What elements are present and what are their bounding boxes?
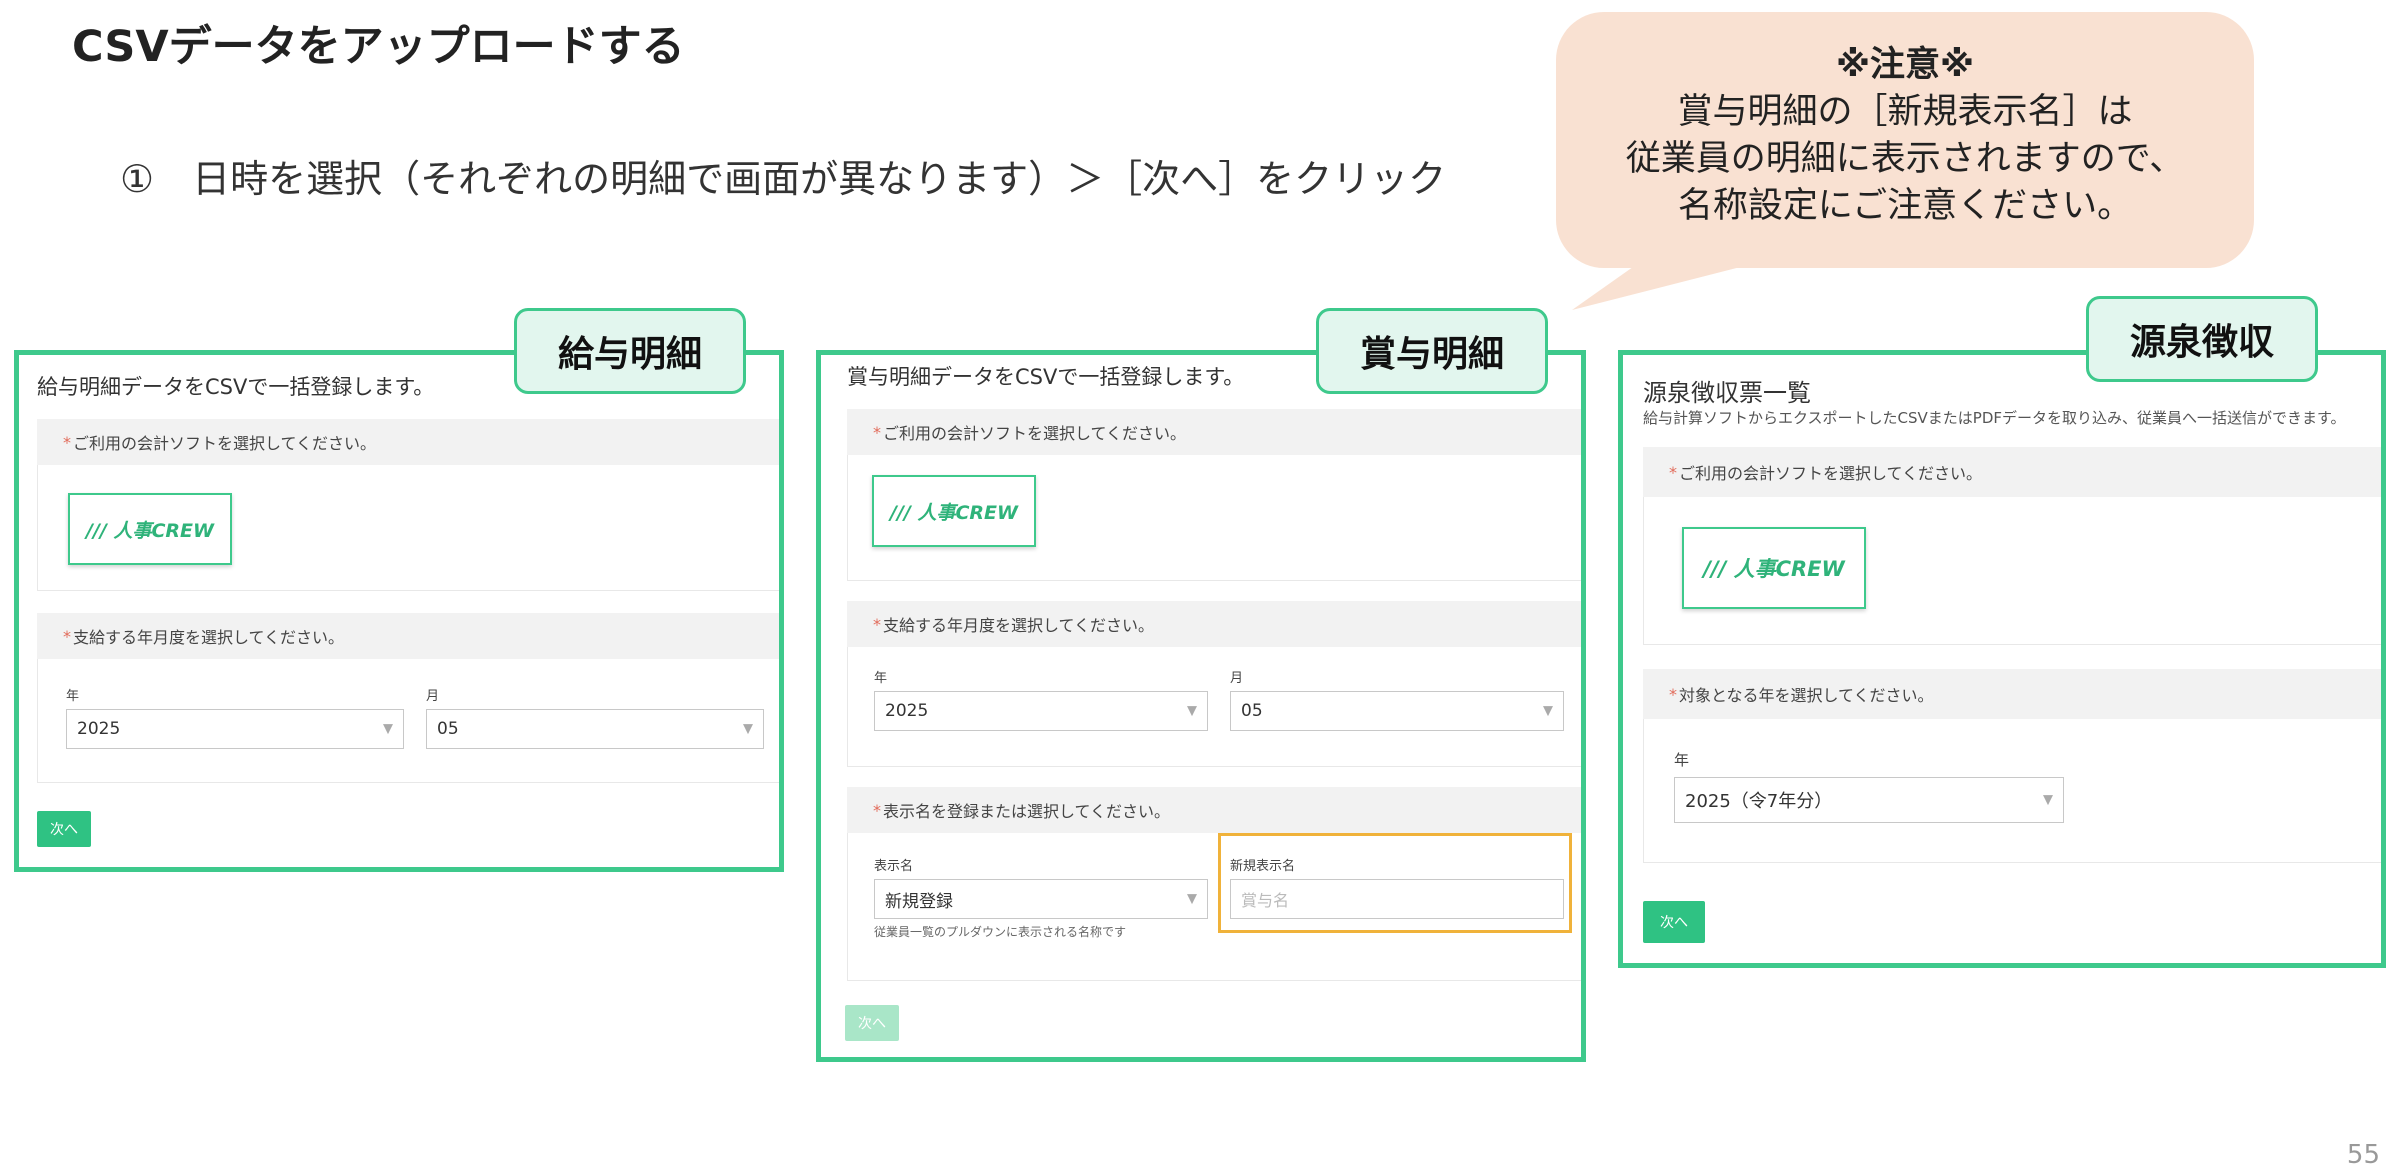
year-select-value: 2025 <box>77 719 121 739</box>
display-name-section-label: 表示名を登録または選択してください。 <box>883 802 1171 821</box>
year-select-value: 2025（令7年分） <box>1685 791 1833 812</box>
software-section-label: ご利用の会計ソフトを選択してください。 <box>73 434 377 453</box>
year-label: 年 <box>66 689 80 704</box>
period-section-header: * 支給する年月度を選択してください。 <box>847 601 1581 647</box>
year-section-label: 対象となる年を選択してください。 <box>1679 686 1934 705</box>
month-select[interactable]: 05 ▼ <box>1230 691 1564 731</box>
software-section-header: * ご利用の会計ソフトを選択してください。 <box>1643 447 2381 497</box>
year-select-value: 2025 <box>885 701 929 721</box>
period-section-header: * 支給する年月度を選択してください。 <box>37 613 779 659</box>
required-mark: * <box>63 432 71 452</box>
software-section-label: ご利用の会計ソフトを選択してください。 <box>883 424 1187 443</box>
period-section-body: 年 2025 ▼ 月 05 ▼ <box>37 659 779 783</box>
page-title: CSVデータをアップロードする <box>72 22 685 72</box>
instruction-text: ① 日時を選択（それぞれの明細で画面が異なります）＞［次へ］をクリック <box>120 157 1447 201</box>
software-section-body: /// 人事CREW <box>1643 497 2381 645</box>
period-section-label: 支給する年月度を選択してください。 <box>883 616 1155 635</box>
chevron-down-icon: ▼ <box>1543 703 1553 719</box>
month-label: 月 <box>426 689 440 704</box>
month-select-value: 05 <box>1241 701 1263 721</box>
month-select-value: 05 <box>437 719 459 739</box>
jinji-crew-logo-button[interactable]: /// 人事CREW <box>68 493 232 565</box>
month-label: 月 <box>1230 671 1244 686</box>
bonus-tag: 賞与明細 <box>1316 308 1548 394</box>
month-select[interactable]: 05 ▼ <box>426 709 764 749</box>
salary-panel-title: 給与明細データをCSVで一括登録します。 <box>37 375 435 399</box>
required-mark: * <box>1669 462 1677 482</box>
display-name-section-header: * 表示名を登録または選択してください。 <box>847 787 1581 833</box>
caution-line-3: 名称設定にご注意ください。 <box>1677 186 2133 226</box>
withholding-panel-title: 源泉徴収票一覧 <box>1643 379 1811 407</box>
chevron-down-icon: ▼ <box>2043 792 2053 808</box>
year-select[interactable]: 2025 ▼ <box>66 709 404 749</box>
caution-callout: ※注意※ 賞与明細の［新規表示名］は 従業員の明細に表示されますので、 名称設定… <box>1556 12 2254 268</box>
required-mark: * <box>63 626 71 646</box>
display-name-select[interactable]: 新規登録 ▼ <box>874 879 1208 919</box>
display-name-select-value: 新規登録 <box>885 891 953 912</box>
salary-panel: 給与明細データをCSVで一括登録します。 * ご利用の会計ソフトを選択してください… <box>14 350 784 872</box>
chevron-down-icon: ▼ <box>1187 891 1197 907</box>
chevron-down-icon: ▼ <box>1187 703 1197 719</box>
next-button[interactable]: 次へ <box>845 1005 899 1041</box>
display-name-hint: 従業員一覧のプルダウンに表示される名称です <box>874 925 1127 939</box>
required-mark: * <box>873 800 881 820</box>
period-section-body: 年 2025 ▼ 月 05 ▼ <box>847 647 1581 767</box>
bonus-panel: 賞与明細データをCSVで一括登録します。 * ご利用の会計ソフトを選択してください… <box>816 350 1586 1062</box>
new-display-name-input[interactable]: 賞与名 <box>1230 879 1564 919</box>
year-select[interactable]: 2025（令7年分） ▼ <box>1674 777 2064 823</box>
jinji-crew-logo-button[interactable]: /// 人事CREW <box>872 475 1036 547</box>
required-mark: * <box>873 614 881 634</box>
period-section-label: 支給する年月度を選択してください。 <box>73 628 345 647</box>
jinji-crew-logo-button[interactable]: /// 人事CREW <box>1682 527 1866 609</box>
chevron-down-icon: ▼ <box>743 721 753 737</box>
bonus-panel-title: 賞与明細データをCSVで一括登録します。 <box>847 365 1245 389</box>
caution-line-1: 賞与明細の［新規表示名］は <box>1677 92 2133 132</box>
next-button[interactable]: 次へ <box>37 811 91 847</box>
new-display-name-label: 新規表示名 <box>1230 859 1296 874</box>
required-mark: * <box>1669 684 1677 704</box>
display-name-label: 表示名 <box>874 859 914 874</box>
software-section-header: * ご利用の会計ソフトを選択してください。 <box>847 409 1581 455</box>
software-section-header: * ご利用の会計ソフトを選択してください。 <box>37 419 779 465</box>
software-section-body: /// 人事CREW <box>847 455 1581 581</box>
chevron-down-icon: ▼ <box>383 721 393 737</box>
year-section-header: * 対象となる年を選択してください。 <box>1643 669 2381 719</box>
caution-heading: ※注意※ <box>1835 45 1975 85</box>
required-mark: * <box>873 422 881 442</box>
year-select[interactable]: 2025 ▼ <box>874 691 1208 731</box>
withholding-panel-subtitle: 給与計算ソフトからエクスポートしたCSVまたはPDFデータを取り込み、従業員へ一… <box>1643 409 2346 427</box>
year-section-body: 年 2025（令7年分） ▼ <box>1643 719 2381 863</box>
slide: CSVデータをアップロードする ① 日時を選択（それぞれの明細で画面が異なります… <box>0 0 2400 1172</box>
software-section-body: /// 人事CREW <box>37 465 779 591</box>
display-name-section-body: 表示名 新規登録 ▼ 従業員一覧のプルダウンに表示される名称です 新規表示名 賞… <box>847 833 1581 981</box>
next-button[interactable]: 次へ <box>1643 901 1705 943</box>
software-section-label: ご利用の会計ソフトを選択してください。 <box>1679 464 1983 483</box>
caution-line-2: 従業員の明細に表示されますので、 <box>1625 139 2185 179</box>
salary-tag: 給与明細 <box>514 308 746 394</box>
year-label: 年 <box>1674 751 1690 769</box>
page-number: 55 <box>2346 1140 2380 1170</box>
year-label: 年 <box>874 671 888 686</box>
withholding-tag: 源泉徴収 <box>2086 296 2318 382</box>
withholding-panel: 源泉徴収票一覧 給与計算ソフトからエクスポートしたCSVまたはPDFデータを取り… <box>1618 350 2386 968</box>
new-display-name-placeholder: 賞与名 <box>1241 891 1290 910</box>
